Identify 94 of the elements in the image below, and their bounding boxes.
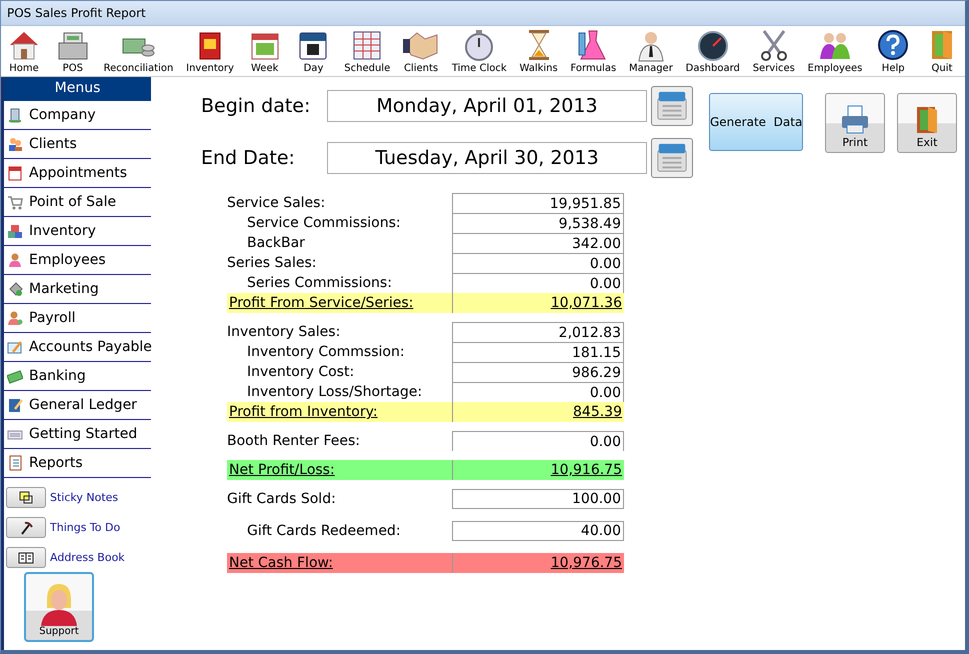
building-icon (7, 107, 23, 123)
row-label: Series Sales: (227, 254, 318, 273)
menu-header: Menus (4, 77, 151, 101)
cart-icon (7, 194, 23, 210)
support-button[interactable]: Support (24, 572, 94, 642)
date-field[interactable]: Tuesday, April 30, 2013 (327, 142, 647, 174)
row-label: Series Commissions: (246, 274, 393, 293)
value-field: 181.15 (452, 342, 624, 362)
total-label: Net Profit/Loss: (228, 461, 336, 480)
generate-data-button[interactable]: Generate Data (709, 93, 803, 151)
calendar-button[interactable] (651, 138, 693, 178)
total-label: Net Cash Flow: (228, 554, 334, 573)
value-field: 342.00 (452, 233, 624, 253)
row-label: Inventory Loss/Shortage: (246, 383, 424, 402)
toolbar-button[interactable]: Time Clock (450, 27, 508, 76)
date-label: Begin date: (201, 95, 312, 117)
sidebar-item[interactable]: Reports (4, 449, 151, 478)
row-label: Gift Cards Sold: (227, 490, 337, 509)
value-field: 9,538.49 (452, 213, 624, 233)
row-label: Service Sales: (227, 194, 326, 213)
print-button[interactable]: Print (825, 93, 885, 153)
value-field: 0.00 (452, 253, 624, 273)
total-value: 845.39 (452, 402, 624, 422)
value-field: 40.00 (452, 521, 624, 541)
sidebar-item[interactable]: Appointments (4, 159, 151, 188)
row-label: Inventory Commssion: (246, 343, 406, 362)
value-field: 19,951.85 (452, 193, 624, 213)
notebook-icon (7, 455, 23, 471)
person-icon (7, 252, 23, 268)
sidebar-item[interactable]: Accounts Payable (4, 333, 151, 362)
value-field: 0.00 (452, 431, 624, 451)
toolbar-button[interactable]: Clients (402, 27, 440, 76)
sidebar-item[interactable]: Employees (4, 246, 151, 275)
toolbar-button[interactable]: Employees (806, 27, 864, 76)
calendar-icon (7, 165, 23, 181)
toolbar-button[interactable]: Manager (628, 27, 674, 76)
sidebar-item[interactable]: Marketing (4, 275, 151, 304)
value-field: 0.00 (452, 382, 624, 402)
printer-icon (839, 104, 871, 136)
toolbar-button[interactable]: Help (874, 27, 912, 76)
sidebar-link[interactable]: Sticky Notes (50, 491, 118, 504)
row-label: Gift Cards Redeemed: (246, 522, 402, 541)
row-label: Inventory Sales: (227, 323, 342, 342)
row-label: Booth Renter Fees: (227, 432, 361, 451)
cash-icon (7, 368, 23, 384)
sidebar-item[interactable]: Inventory (4, 217, 151, 246)
toolbar-button[interactable]: Walkins (518, 27, 559, 76)
window-title: POS Sales Profit Report (7, 6, 146, 20)
sidebar-item[interactable]: Point of Sale (4, 188, 151, 217)
sidebar-item[interactable]: Getting Started (4, 420, 151, 449)
sidebar-item[interactable]: Clients (4, 130, 151, 159)
small-button[interactable] (6, 517, 46, 538)
value-field: 986.29 (452, 362, 624, 382)
toolbar-button[interactable]: Week (246, 27, 284, 76)
row-label: BackBar (246, 234, 306, 253)
total-value: 10,071.36 (452, 293, 624, 313)
toolbar-button[interactable]: Reconciliation (102, 27, 174, 76)
total-label: Profit From Service/Series: (228, 294, 414, 313)
toolbar-button[interactable]: Quit (923, 27, 961, 76)
toolbar-button[interactable]: Inventory (185, 27, 235, 76)
sidebar-item[interactable]: General Ledger (4, 391, 151, 420)
total-value: 10,916.75 (452, 460, 624, 480)
pencil-icon (7, 339, 23, 355)
date-field[interactable]: Monday, April 01, 2013 (327, 90, 647, 122)
small-button[interactable] (6, 487, 46, 508)
toolbar-button[interactable]: Schedule (343, 27, 392, 76)
toolbar-button[interactable]: Dashboard (684, 27, 741, 76)
total-value: 10,976.75 (452, 553, 624, 573)
toolbar-button[interactable]: POS (54, 27, 92, 76)
value-field: 100.00 (452, 489, 624, 509)
exit-button[interactable]: Exit (897, 93, 957, 153)
toolbar-button[interactable]: Services (752, 27, 796, 76)
book-icon (18, 550, 34, 566)
sidebar-link[interactable]: Address Book (50, 551, 125, 564)
toolbar-button[interactable]: Day (294, 27, 332, 76)
sidebar-item[interactable]: Company (4, 101, 151, 130)
toolbar-button[interactable]: Home (5, 27, 43, 76)
sidebar-link[interactable]: Things To Do (50, 521, 120, 534)
row-label: Service Commissions: (246, 214, 402, 233)
blocks-icon (7, 223, 23, 239)
calendar-button[interactable] (651, 86, 693, 126)
total-label: Profit from Inventory: (228, 403, 379, 422)
value-field: 0.00 (452, 273, 624, 293)
person-icon (7, 310, 23, 326)
sidebar-item[interactable]: Banking (4, 362, 151, 391)
people-icon (7, 136, 23, 152)
value-field: 2,012.83 (452, 322, 624, 342)
book-icon (7, 397, 23, 413)
date-label: End Date: (201, 147, 296, 169)
row-label: Inventory Cost: (246, 363, 356, 382)
small-button[interactable] (6, 547, 46, 568)
sidebar-item[interactable]: Payroll (4, 304, 151, 333)
notes-icon (18, 490, 34, 506)
toolbar-button[interactable]: Formulas (570, 27, 618, 76)
